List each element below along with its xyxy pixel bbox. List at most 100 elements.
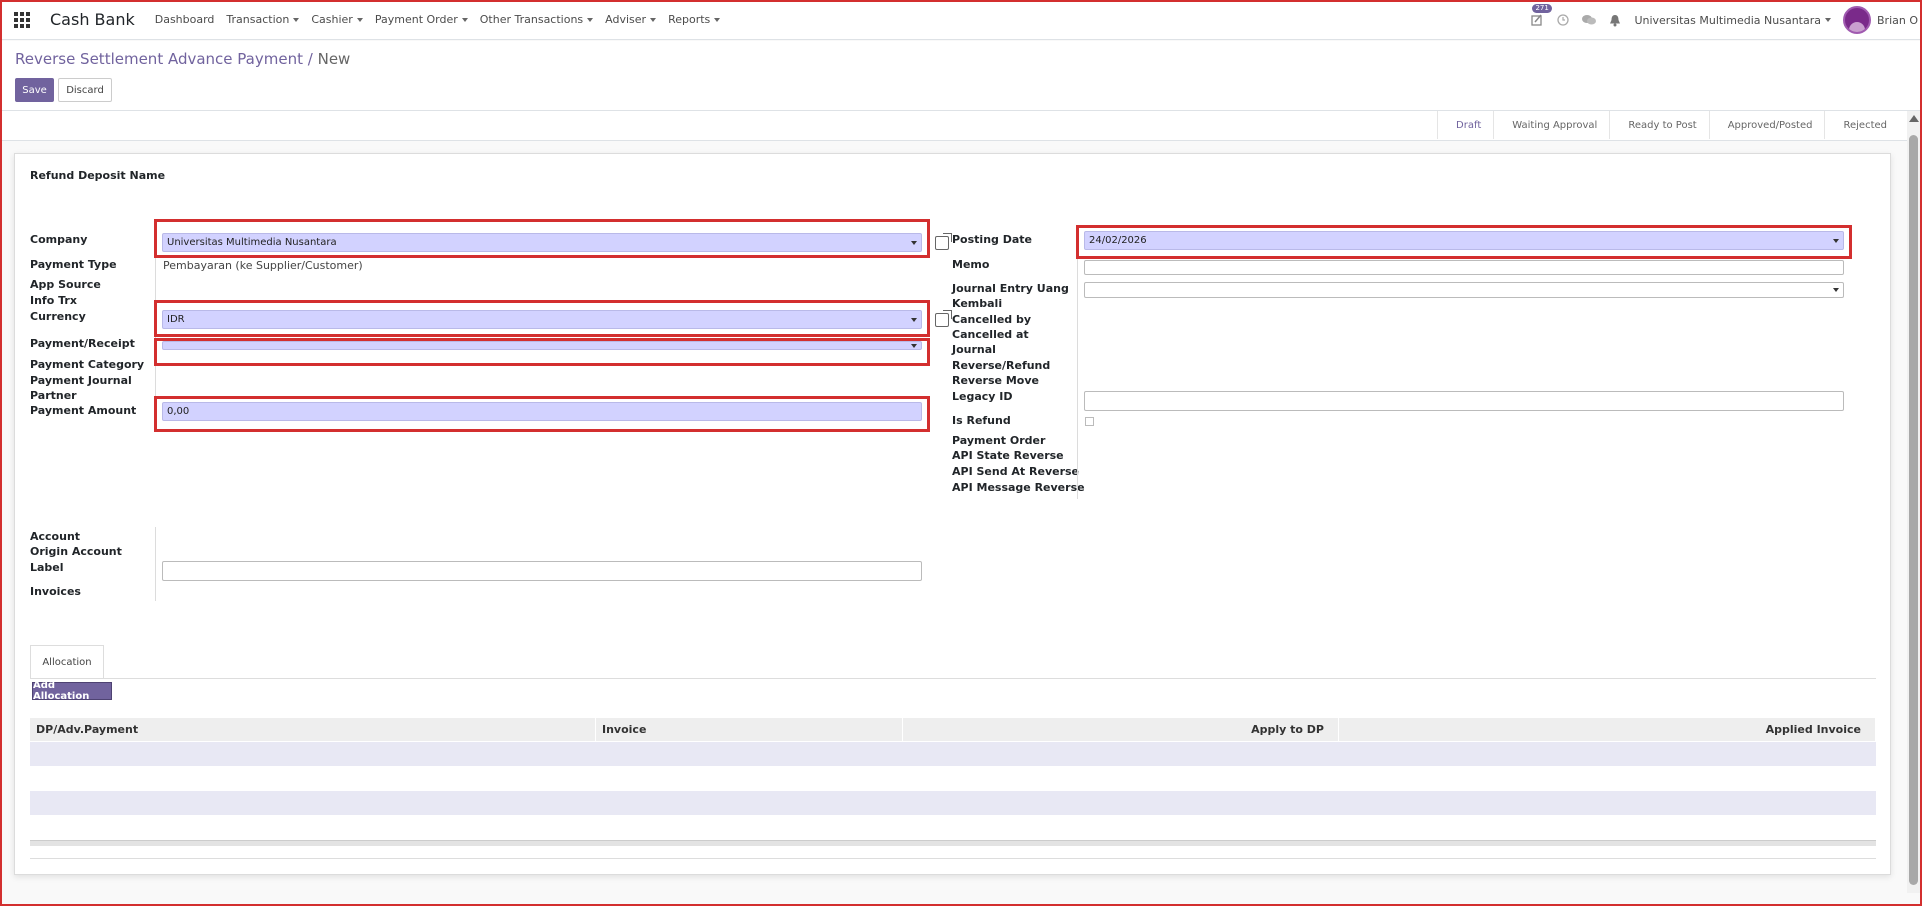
table-row — [30, 815, 1876, 839]
payment-category-label: Payment Category — [30, 358, 145, 371]
info-trx-label: Info Trx — [30, 294, 77, 307]
top-navbar: Cash Bank Dashboard Transaction Cashier … — [0, 0, 1922, 40]
lower-divider — [155, 527, 156, 601]
menu-adviser[interactable]: Adviser — [599, 13, 662, 26]
memo-input[interactable] — [1084, 260, 1844, 275]
table-row — [30, 766, 1876, 790]
journal-entry-select[interactable] — [1084, 282, 1844, 298]
payment-receipt-label: Payment/Receipt — [30, 337, 135, 350]
legacy-id-input[interactable] — [1084, 391, 1844, 411]
app-name[interactable]: Cash Bank — [50, 10, 135, 29]
table-bottom-border — [30, 858, 1876, 859]
control-panel: Reverse Settlement Advance Payment / New… — [2, 41, 1920, 111]
status-rejected[interactable]: Rejected — [1824, 111, 1899, 139]
payment-order-label: Payment Order — [952, 434, 1046, 447]
bell-icon[interactable] — [1608, 13, 1622, 27]
currency-label: Currency — [30, 310, 86, 323]
menu-dashboard[interactable]: Dashboard — [149, 13, 221, 26]
payment-type-label: Payment Type — [30, 258, 117, 271]
payment-receipt-highlight — [154, 338, 930, 366]
caret-down-icon — [356, 17, 363, 22]
menu-payment-order[interactable]: Payment Order — [369, 13, 474, 26]
account-label: Account — [30, 530, 81, 543]
vertical-scrollbar[interactable] — [1907, 111, 1920, 893]
dropdown-arrow-icon — [1833, 288, 1839, 292]
status-steps: Draft Waiting Approval Ready to Post App… — [1437, 111, 1899, 139]
caret-down-icon — [714, 17, 721, 22]
activity-count-badge: 271 — [1532, 4, 1552, 13]
invoices-label: Invoices — [30, 585, 81, 598]
company-switcher[interactable]: Universitas Multimedia Nusantara — [1634, 14, 1831, 27]
payment-amount-highlight — [154, 396, 930, 432]
reverse-move-label: Reverse Move — [952, 374, 1039, 387]
label-input[interactable] — [162, 561, 922, 581]
table-footer — [30, 840, 1876, 846]
tab-allocation[interactable]: Allocation — [30, 645, 104, 679]
caret-down-icon — [461, 17, 468, 22]
allocation-table-header: DP/Adv.Payment Invoice Apply to DP Appli… — [30, 718, 1876, 741]
col-applied-invoice[interactable]: Applied Invoice — [1339, 718, 1876, 741]
status-bar: Draft Waiting Approval Ready to Post App… — [2, 111, 1907, 141]
user-name[interactable]: Brian O — [1877, 14, 1918, 27]
journal-label: Journal — [952, 343, 996, 356]
right-divider — [1077, 229, 1078, 499]
menu-transaction[interactable]: Transaction — [220, 13, 305, 26]
origin-account-label: Origin Account — [30, 545, 122, 558]
is-refund-checkbox[interactable] — [1085, 417, 1094, 426]
journal-entry-label-1: Journal Entry Uang — [952, 282, 1069, 295]
journal-entry-label-2: Kembali — [952, 297, 1003, 310]
company-highlight — [154, 219, 930, 258]
clock-icon[interactable] — [1556, 13, 1570, 27]
col-dp-adv-payment[interactable]: DP/Adv.Payment — [30, 718, 596, 741]
scroll-up-icon[interactable] — [1909, 115, 1919, 122]
caret-down-icon — [650, 17, 657, 22]
cancelled-by-label: Cancelled by — [952, 313, 1032, 326]
breadcrumb: Reverse Settlement Advance Payment / New — [15, 50, 350, 68]
breadcrumb-parent[interactable]: Reverse Settlement Advance Payment — [15, 50, 303, 68]
menu-other-transactions[interactable]: Other Transactions — [474, 13, 599, 26]
partner-label: Partner — [30, 389, 77, 402]
col-apply-to-dp[interactable]: Apply to DP — [903, 718, 1339, 741]
add-allocation-button[interactable]: Add Allocation — [32, 680, 112, 702]
label-label: Label — [30, 561, 64, 574]
app-source-label: App Source — [30, 278, 101, 291]
user-avatar[interactable] — [1843, 6, 1871, 34]
payment-amount-label: Payment Amount — [30, 404, 137, 417]
status-draft[interactable]: Draft — [1437, 111, 1493, 139]
external-link-icon[interactable] — [935, 233, 952, 250]
form-sheet: Refund Deposit Name Company Payment Type… — [14, 153, 1891, 875]
main-menu: Dashboard Transaction Cashier Payment Or… — [149, 13, 727, 26]
cancelled-at-label: Cancelled at — [952, 328, 1029, 341]
posting-date-label: Posting Date — [952, 233, 1033, 246]
menu-reports[interactable]: Reports — [662, 13, 726, 26]
activity-icon[interactable]: 271 — [1530, 4, 1552, 27]
table-row — [30, 791, 1876, 815]
memo-label: Memo — [952, 258, 990, 271]
caret-down-icon — [1825, 18, 1831, 22]
payment-type-value: Pembayaran (ke Supplier/Customer) — [163, 259, 363, 272]
col-invoice[interactable]: Invoice — [596, 718, 903, 741]
status-ready-to-post[interactable]: Ready to Post — [1609, 111, 1708, 139]
status-approved-posted[interactable]: Approved/Posted — [1708, 111, 1825, 139]
table-row — [30, 742, 1876, 766]
discard-button[interactable]: Discard — [58, 78, 112, 102]
currency-highlight — [154, 300, 930, 337]
legacy-id-label: Legacy ID — [952, 390, 1013, 403]
navbar-systray: 271 Universitas Multimedia Nusantara Bri… — [1530, 0, 1918, 40]
breadcrumb-current: New — [317, 50, 351, 68]
chat-icon[interactable] — [1582, 13, 1597, 27]
api-message-reverse-label: API Message Reverse — [952, 481, 1085, 494]
menu-cashier[interactable]: Cashier — [305, 13, 368, 26]
external-link-icon[interactable] — [935, 310, 952, 327]
tab-underline — [30, 678, 1876, 679]
caret-down-icon — [293, 17, 300, 22]
form-title: Refund Deposit Name — [30, 169, 166, 182]
caret-down-icon — [587, 17, 594, 22]
api-send-at-reverse-label: API Send At Reverse — [952, 465, 1080, 478]
posting-date-highlight — [1076, 225, 1852, 259]
is-refund-label: Is Refund — [952, 414, 1011, 427]
apps-menu-icon[interactable] — [2, 0, 42, 40]
status-waiting-approval[interactable]: Waiting Approval — [1493, 111, 1609, 139]
save-button[interactable]: Save — [15, 78, 54, 102]
scroll-thumb[interactable] — [1909, 135, 1918, 885]
